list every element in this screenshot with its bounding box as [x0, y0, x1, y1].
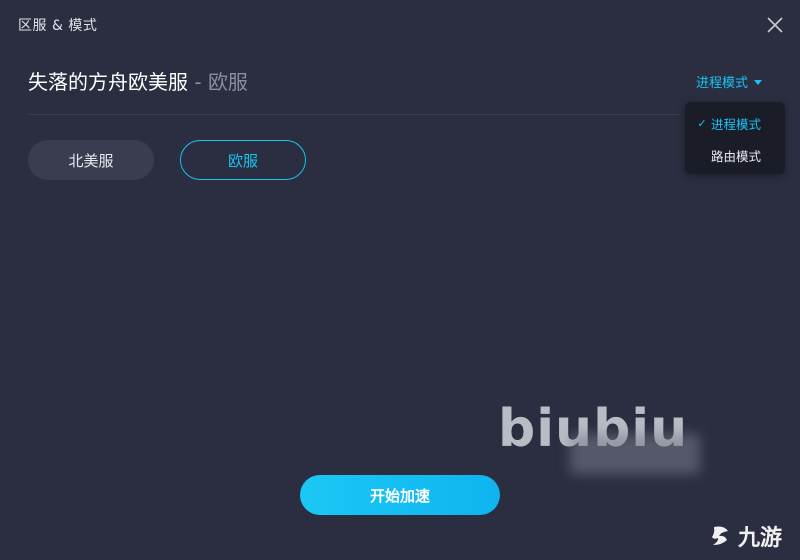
mode-option-label: 路由模式	[711, 148, 762, 164]
region-button-europe[interactable]: 欧服	[180, 140, 306, 180]
mode-option-label: 进程模式	[711, 116, 762, 132]
title-separator: -	[188, 70, 208, 94]
close-icon	[767, 17, 783, 33]
header-divider	[28, 114, 680, 115]
mode-option-router[interactable]: 路由模式	[685, 141, 785, 169]
start-acceleration-button[interactable]: 开始加速	[300, 475, 500, 515]
dialog-title: 区服 & 模式	[18, 18, 98, 34]
region-button-north-america[interactable]: 北美服	[28, 140, 154, 180]
check-icon: ✓	[697, 116, 707, 130]
region-button-label: 欧服	[227, 151, 258, 170]
start-button-label: 开始加速	[369, 486, 430, 505]
region-mode-dialog: 区服 & 模式 失落的方舟欧美服 - 欧服 进程模式 ✓ 进程模式 路由模式 北…	[0, 0, 800, 560]
mode-current-label: 进程模式	[696, 76, 749, 91]
mode-option-process[interactable]: ✓ 进程模式	[685, 109, 785, 137]
brand-watermark-text: 九游	[738, 526, 783, 551]
brand-watermark: 九游	[708, 520, 782, 552]
close-button[interactable]	[766, 16, 784, 34]
brand-logo-icon	[712, 526, 728, 545]
game-name: 失落的方舟欧美服	[28, 70, 188, 94]
watermark-blur-patch	[570, 434, 700, 474]
region-button-label: 北美服	[68, 151, 114, 170]
mode-dropdown-menu: ✓ 进程模式 路由模式	[685, 102, 785, 174]
selected-region-label: 欧服	[207, 70, 248, 94]
page-title: 失落的方舟欧美服 - 欧服	[28, 66, 248, 95]
caret-down-icon	[754, 79, 763, 85]
mode-dropdown-toggle[interactable]: 进程模式	[696, 72, 763, 91]
